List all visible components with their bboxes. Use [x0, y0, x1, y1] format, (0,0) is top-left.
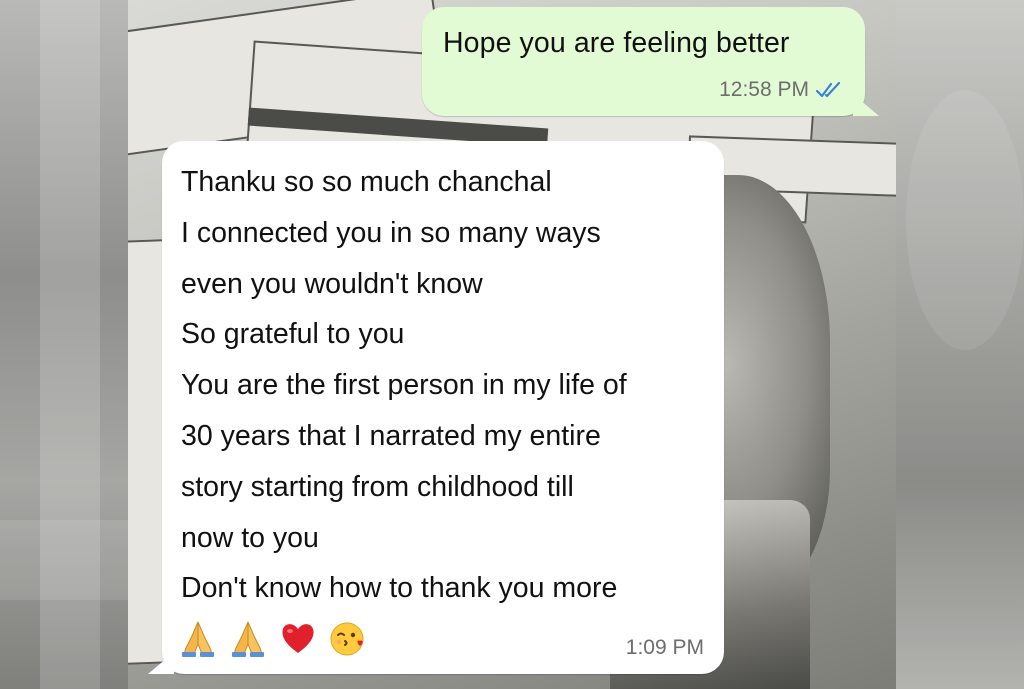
folded-hands-icon — [182, 621, 214, 657]
red-heart-icon — [282, 624, 314, 653]
message-line: story starting from childhood till — [181, 470, 574, 503]
incoming-message-bubble[interactable]: Thanku so so much chanchal I connected y… — [148, 141, 724, 674]
outgoing-message-time: 12:58 PM — [719, 78, 809, 101]
message-line: Don't know how to thank you more — [181, 572, 618, 605]
bubble-tail — [853, 94, 879, 116]
folded-hands-icon — [232, 621, 264, 657]
message-line: I connected you in so many ways — [181, 216, 601, 249]
blurred-left-panel — [0, 0, 128, 689]
message-line: Thanku so so much chanchal — [181, 166, 552, 198]
bubble-tail — [148, 652, 174, 674]
screenshot: Hope you are feeling better 12:58 PM Tha… — [0, 0, 1024, 689]
outgoing-message-bubble[interactable]: Hope you are feeling better 12:58 PM — [422, 7, 879, 116]
outgoing-message-meta: 12:58 PM — [719, 78, 845, 102]
blurred-right-panel — [896, 0, 1024, 689]
emoji-row — [178, 616, 368, 660]
incoming-message-text: Thanku so so much chanchal I connected y… — [181, 157, 627, 614]
message-line: So grateful to you — [181, 318, 405, 351]
message-line: 30 years that I narrated my entire — [181, 419, 601, 452]
message-line: You are the first person in my life of — [181, 369, 627, 402]
double-check-read-icon — [815, 81, 841, 98]
face-blowing-kiss-icon — [330, 622, 364, 656]
message-line: even you wouldn't know — [181, 267, 483, 300]
incoming-message-time: 1:09 PM — [625, 636, 704, 659]
message-line: now to you — [181, 521, 319, 554]
outgoing-message-text: Hope you are feeling better — [443, 27, 790, 59]
